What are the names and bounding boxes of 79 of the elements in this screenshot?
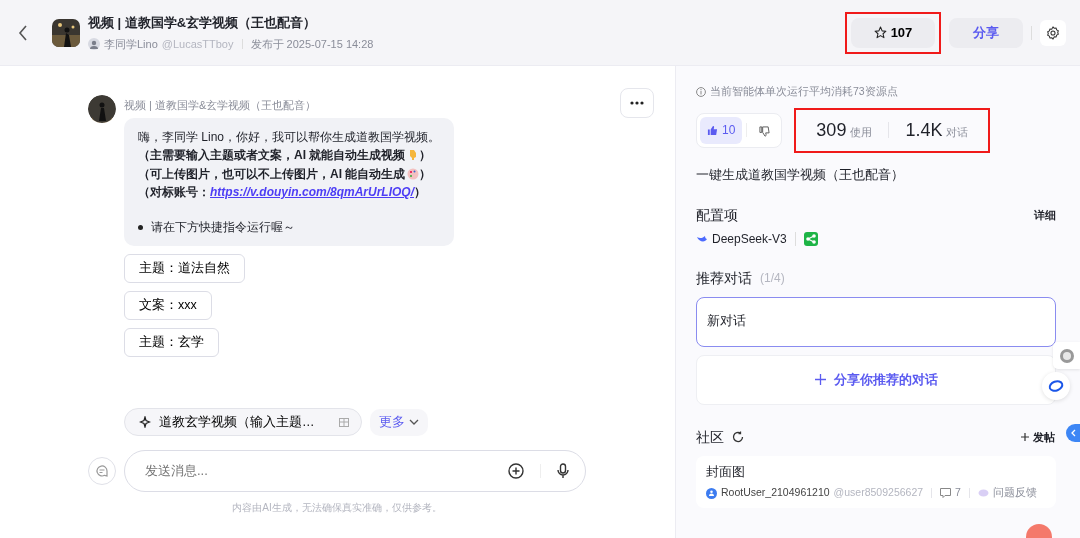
message-text: （主需要输入主题或者文案，AI 就能自动生成视频 — [138, 147, 406, 165]
new-chat-button[interactable] — [88, 457, 116, 485]
refresh-icon[interactable] — [732, 431, 744, 443]
mascot-icon[interactable] — [1026, 524, 1052, 538]
caret-icon — [408, 419, 419, 425]
workflow-icon[interactable] — [803, 231, 818, 246]
message-input[interactable]: 发送消息... — [143, 460, 508, 482]
publish-date: 发布于 2025-07-15 14:28 — [250, 37, 374, 52]
add-icon[interactable] — [508, 463, 524, 479]
assistant-button[interactable] — [1042, 372, 1070, 400]
palette-icon — [407, 168, 420, 180]
collapse-tab[interactable] — [1066, 424, 1080, 442]
bot-name: 视频 | 道教国学&玄学视频（王也配音） — [124, 98, 317, 113]
star-button[interactable]: 107 — [851, 17, 935, 48]
message-text: ） — [419, 147, 432, 165]
message-text: ） — [419, 165, 432, 183]
chat-bubble-icon — [977, 488, 989, 498]
conversation-count: (1/4) — [760, 270, 785, 287]
thumbs-down-icon — [759, 125, 771, 137]
like-button[interactable]: 10 — [700, 116, 743, 144]
description: 一键生成道教国学视频（王也配音） — [696, 166, 905, 184]
chevron-icon — [1070, 429, 1076, 437]
post-tag[interactable]: 问题反馈 — [992, 485, 1037, 501]
message-text: （对标账号： — [138, 184, 210, 202]
share-conversation-button[interactable]: 分享你推荐的对话 — [696, 354, 1056, 405]
ring-icon — [1048, 379, 1064, 393]
shortcut-chip[interactable]: 道教玄学视频（输入主题… — [124, 408, 362, 436]
post-title: 封面图 — [706, 463, 746, 481]
model-name[interactable]: DeepSeek-V3 — [712, 229, 787, 248]
info-icon — [696, 86, 706, 97]
stat-value: 309 — [816, 118, 847, 142]
settings-button[interactable] — [1040, 19, 1066, 46]
conversation-card[interactable]: 新对话 — [696, 296, 1056, 347]
message-text: ） — [414, 184, 427, 202]
star-icon — [873, 26, 887, 39]
post-handle: @user8509256627 — [833, 485, 924, 501]
avatar-icon — [88, 38, 100, 51]
disclaimer: 内容由AI生成，无法确保真实准确，仅供参考。 — [231, 501, 443, 515]
sparkle-icon — [139, 416, 151, 428]
new-chat-icon — [95, 464, 109, 478]
cost-note: 当前智能体单次运行平均消耗73资源点 — [710, 84, 898, 99]
bullet-icon — [138, 224, 143, 230]
stat-label: 使用 — [850, 125, 873, 140]
bullet-text: 请在下方快捷指令运行喔～ — [151, 218, 295, 236]
detail-link[interactable]: 详细 — [1034, 206, 1056, 224]
post-card[interactable]: 封面图 RootUser_2104961210 @user8509256627 7 问题反馈 — [696, 455, 1056, 508]
quick-reply-button[interactable]: 主题：玄学 — [124, 327, 219, 357]
settings-icon — [1046, 25, 1060, 40]
message-text: （可上传图片，也可以不上传图片，AI 能自动生成 — [138, 165, 406, 183]
more-options-button[interactable] — [620, 88, 654, 118]
section-title: 社区 — [696, 427, 724, 447]
microphone-icon[interactable] — [557, 463, 569, 479]
more-button[interactable]: 更多 — [369, 408, 428, 436]
section-title: 配置项 — [696, 205, 738, 225]
more-icon — [630, 101, 644, 105]
section-title: 推荐对话 — [696, 268, 752, 288]
new-post-button[interactable]: 发帖 — [1020, 427, 1056, 447]
agent-title: 视频 | 道教国学&玄学视频（王也配音） — [88, 13, 318, 32]
stat-value: 1.4K — [905, 118, 943, 142]
stat-label: 对话 — [946, 125, 969, 140]
comment-count: 7 — [955, 485, 961, 501]
share-button[interactable]: 分享 — [949, 17, 1023, 48]
floating-button[interactable] — [1053, 342, 1080, 369]
plus-icon — [814, 374, 826, 385]
orb-icon — [1058, 347, 1075, 364]
plus-icon — [1021, 433, 1029, 441]
post-author[interactable]: RootUser_2104961210 — [721, 485, 830, 501]
link[interactable]: https://v.douyin.com/8qmArUrLIOQ/ — [210, 183, 415, 202]
thumbs-up-icon — [707, 124, 718, 136]
author-handle: @LucasTTboy — [161, 37, 234, 52]
quick-reply-button[interactable]: 文案：xxx — [124, 291, 212, 320]
bot-avatar — [88, 95, 116, 123]
comment-icon — [940, 488, 952, 499]
grid-icon — [338, 417, 349, 427]
whale-icon — [696, 233, 708, 244]
quick-reply-button[interactable]: 主题：道法自然 — [124, 254, 245, 284]
back-icon[interactable] — [18, 24, 28, 41]
user-avatar-icon — [706, 487, 717, 499]
message-text: 嗨，李同学 Lino，你好，我可以帮你生成道教国学视频。 — [138, 128, 441, 146]
